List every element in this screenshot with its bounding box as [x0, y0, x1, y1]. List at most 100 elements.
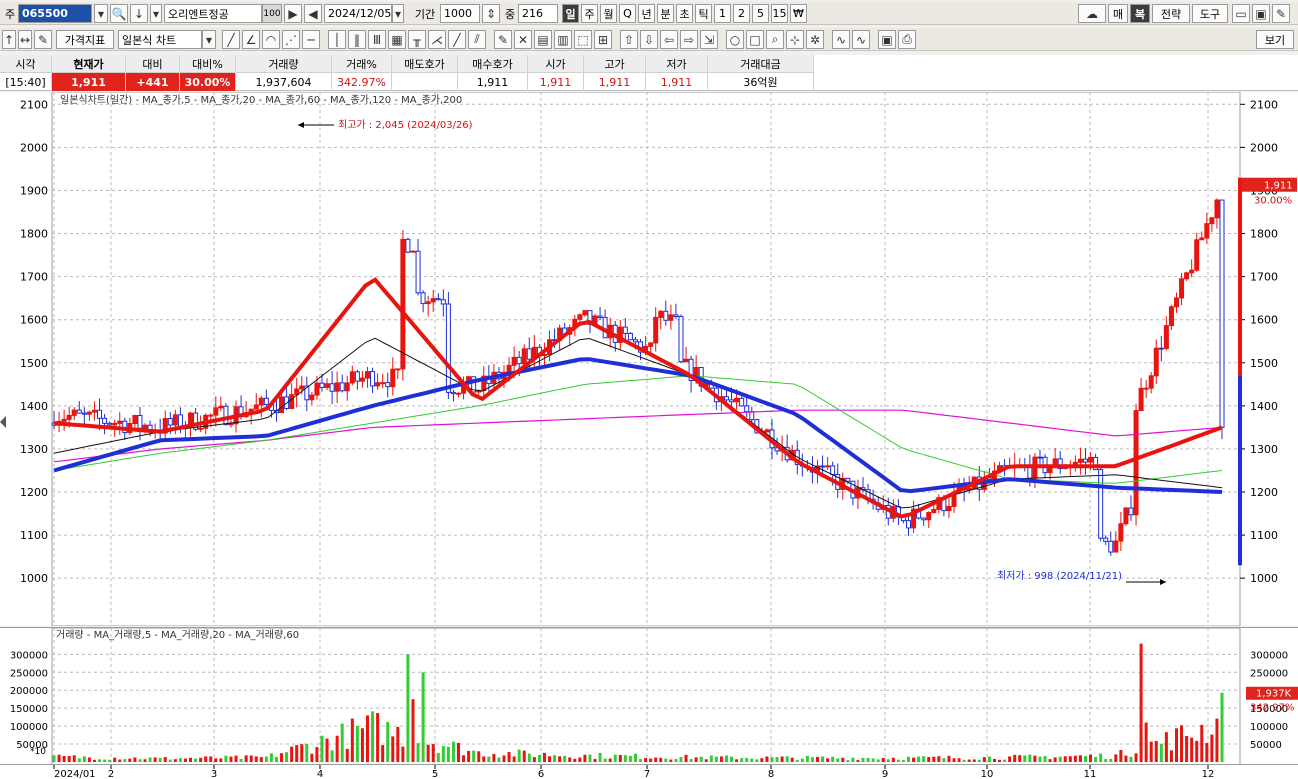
tools-button[interactable]: 도구	[1192, 4, 1228, 23]
wave2-tool-icon[interactable]: ∿	[852, 30, 870, 49]
volume-bar-138	[750, 758, 754, 762]
volume-bar-160	[861, 757, 865, 762]
pitchfork-tool-icon[interactable]: ⋌	[428, 30, 446, 49]
expand-icon[interactable]: ↔	[18, 30, 32, 49]
range-icon[interactable]: ⇕	[482, 4, 500, 23]
sort-icon[interactable]: ↓	[130, 4, 148, 23]
next-icon[interactable]: ▶	[284, 4, 302, 23]
arrow-up-icon[interactable]: ⇧	[620, 30, 638, 49]
select-tool-icon[interactable]: ⊹	[786, 30, 804, 49]
volume-bar-57	[340, 723, 344, 762]
collapse-up-icon[interactable]: ↑	[2, 30, 16, 49]
price-tick-right-1: 1100	[1250, 529, 1278, 542]
fan-tool-icon[interactable]: ⋰	[282, 30, 300, 49]
timeframe-5[interactable]: 분	[657, 4, 674, 23]
arrow-down-icon[interactable]: ⇩	[640, 30, 658, 49]
timeframe-8[interactable]: 1	[714, 4, 731, 23]
image-tool-icon[interactable]: ▣	[878, 30, 896, 49]
cycle-tool-icon[interactable]: ‖	[348, 30, 366, 49]
parallel-tool-icon[interactable]: ⫽	[468, 30, 486, 49]
hline-tool-icon[interactable]: ─	[302, 30, 320, 49]
timeframe-10[interactable]: 5	[752, 4, 769, 23]
line-tool-icon[interactable]: ╱	[222, 30, 240, 49]
stock-code-input[interactable]: 065500	[18, 4, 92, 23]
timeframe-6[interactable]: 초	[676, 4, 693, 23]
code-dropdown-icon[interactable]: ▾	[94, 4, 108, 23]
timeframe-12[interactable]: ₩	[790, 4, 807, 23]
view-button[interactable]: 보기	[1256, 30, 1294, 49]
candle-body-212	[1123, 507, 1129, 525]
cross-tool-icon[interactable]: ✕	[514, 30, 532, 49]
volume-bar-224	[1185, 735, 1189, 762]
note-tool-icon[interactable]: ⬚	[574, 30, 592, 49]
print-icon[interactable]: ⎙	[898, 30, 916, 49]
volume-bar-8	[92, 759, 96, 762]
price-tick-right-8: 1800	[1250, 228, 1278, 241]
wrench-icon[interactable]: ✎	[1272, 4, 1290, 23]
folder-icon[interactable]: ▭	[1232, 4, 1250, 23]
low-annotation: 최저가 : 998 (2024/11/21)	[997, 570, 1122, 582]
right-button-2[interactable]: 복	[1130, 4, 1150, 23]
right-button-1[interactable]: 매	[1108, 4, 1128, 23]
volume-chart[interactable]: 50000 50000 100000 100000 150000 150000 200000…	[0, 627, 1298, 766]
wave-tool-icon[interactable]: ∿	[832, 30, 850, 49]
timeframe-11[interactable]: 15	[771, 4, 788, 23]
chart-type-dropdown-icon[interactable]: ▾	[202, 30, 216, 49]
chart-type-select[interactable]: 일본식 차트	[118, 30, 202, 49]
prev-icon[interactable]: ◀	[304, 4, 322, 23]
timeframe-4[interactable]: 년	[638, 4, 655, 23]
candle-body-172	[921, 517, 927, 521]
strategy-button[interactable]: 전략	[1152, 4, 1190, 23]
box-tool-icon[interactable]: ▤	[534, 30, 552, 49]
price-chart[interactable]: 1000 1000 1100 1100 1200 1200 1300 1300 1400 1400…	[0, 91, 1298, 627]
price-indicator-button[interactable]: 가격지표	[56, 30, 114, 49]
candle-body-216	[1143, 387, 1149, 390]
volume-bar-155	[836, 758, 840, 762]
arrow-down-left-icon[interactable]: ⇲	[700, 30, 718, 49]
vline-tool-icon[interactable]: │	[328, 30, 346, 49]
volume-bar-142	[770, 757, 774, 762]
price-chart-svg[interactable]: 1000 1000 1100 1100 1200 1200 1300 1300 1400 1400…	[0, 91, 1298, 627]
timeframe-3[interactable]: Q	[619, 4, 636, 23]
candle-body-115	[632, 339, 638, 343]
circle-tool-icon[interactable]: ○	[726, 30, 744, 49]
magic-tool-icon[interactable]: ✲	[806, 30, 824, 49]
sort-dropdown-icon[interactable]: ▾	[150, 4, 162, 23]
arc-tool-icon[interactable]: ◠	[262, 30, 280, 49]
arrow-left-icon[interactable]: ⇦	[660, 30, 678, 49]
mid-input[interactable]: 216	[518, 4, 558, 23]
angle-tool-icon[interactable]: ∠	[242, 30, 260, 49]
search-icon[interactable]: 🔍	[110, 4, 128, 23]
quote-value-8: 1,911	[528, 73, 584, 91]
cloud-icon[interactable]: ☁	[1078, 4, 1106, 23]
channel-tool-icon[interactable]: ╥	[408, 30, 426, 49]
fibo-tool-icon[interactable]: Ⅲ	[368, 30, 386, 49]
timeframe-2[interactable]: 월	[600, 4, 617, 23]
text-tool-icon[interactable]: ▥	[554, 30, 572, 49]
save-icon[interactable]: ▣	[1252, 4, 1270, 23]
volume-bar-44	[274, 757, 278, 762]
volume-bar-4	[72, 755, 76, 762]
volume-bar-183	[977, 759, 981, 762]
date-dropdown-icon[interactable]: ▾	[392, 4, 404, 23]
period-input[interactable]: 1000	[440, 4, 480, 23]
align-tool-icon[interactable]: ⊞	[594, 30, 612, 49]
trend-tool-icon[interactable]: ╱	[448, 30, 466, 49]
grid-tool-icon[interactable]: ▦	[388, 30, 406, 49]
volume-bar-127	[694, 757, 698, 762]
timeframe-9[interactable]: 2	[733, 4, 750, 23]
stock-name-field[interactable]: 오리엔트정공	[164, 4, 262, 23]
zoom-tool-icon[interactable]: ⌕	[766, 30, 784, 49]
pen-tool-icon[interactable]: ✎	[494, 30, 512, 49]
date-input[interactable]: 2024/12/05	[324, 4, 392, 23]
candle-body-24	[172, 414, 178, 426]
edit-icon[interactable]: ✎	[34, 30, 52, 49]
quote-value-1: 1,911	[52, 73, 126, 91]
timeframe-0[interactable]: 일	[562, 4, 579, 23]
timeframe-7[interactable]: 틱	[695, 4, 712, 23]
rect-tool-icon[interactable]: □	[746, 30, 764, 49]
arrow-right-icon[interactable]: ⇨	[680, 30, 698, 49]
volume-chart-svg[interactable]: 50000 50000100000 100000150000 150000200000…	[0, 627, 1298, 766]
volume-bar-100	[558, 756, 562, 762]
timeframe-1[interactable]: 주	[581, 4, 598, 23]
